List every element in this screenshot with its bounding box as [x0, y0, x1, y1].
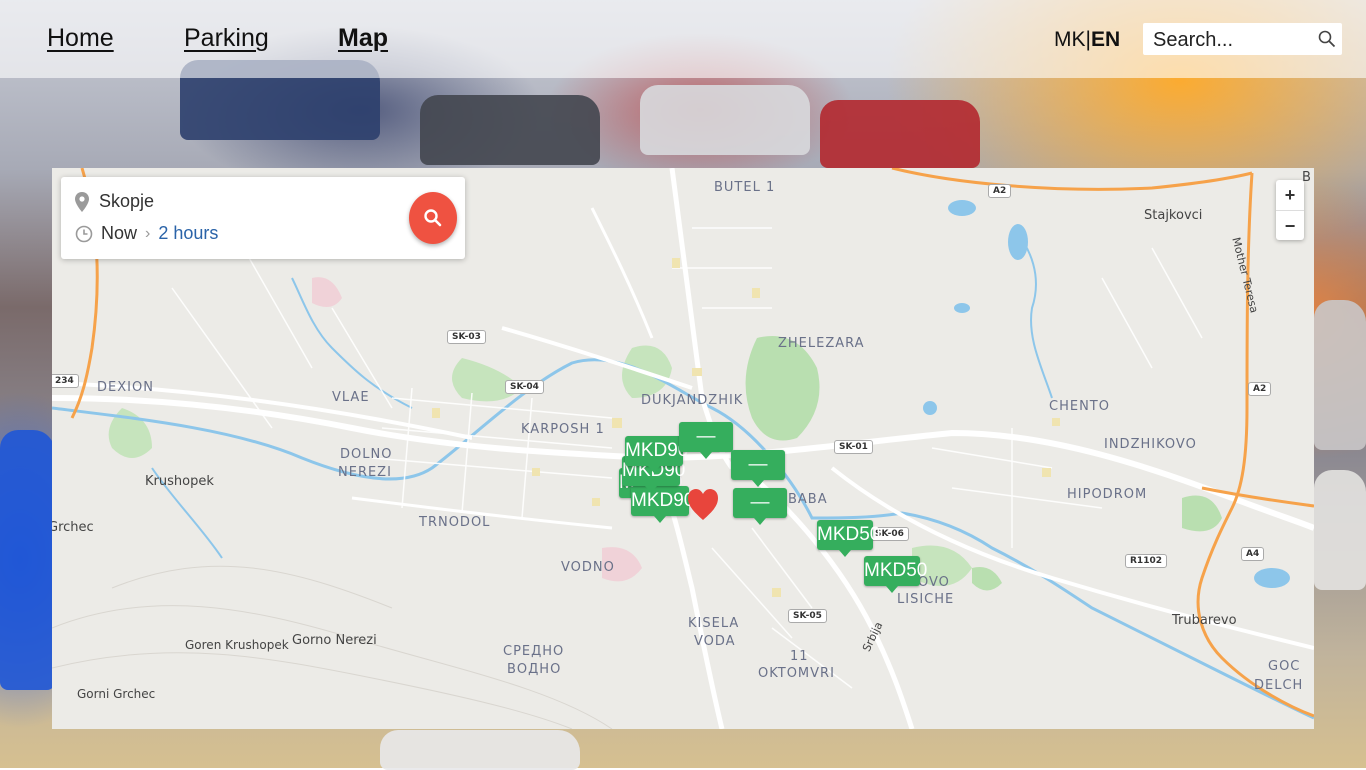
road-shield-sk03: SK-03 — [447, 330, 486, 344]
parking-marker[interactable]: MKD50 — [817, 520, 880, 557]
parking-marker[interactable]: MKD90 — [631, 486, 694, 523]
road-shield-a2-right: A2 — [1248, 382, 1272, 396]
map-label-trubarevo: Trubarevo — [1172, 613, 1237, 628]
zoom-in-button[interactable]: + — [1276, 180, 1304, 210]
map-label-zhelezara: ZHELEZARA — [778, 336, 865, 351]
search-icon — [424, 209, 442, 227]
map-label-gorni-grchec: Gorni Grchec — [77, 687, 156, 701]
background-car — [820, 100, 980, 168]
clock-icon — [75, 225, 93, 242]
search-icon[interactable] — [1318, 30, 1336, 48]
map-label-oktomvri: OKTOMVRI — [758, 666, 835, 681]
nav-parking-link[interactable]: Parking — [184, 24, 269, 53]
map-label-sredno: СРЕДНО — [503, 644, 565, 659]
map-label-stajkovci: Stajkovci — [1144, 208, 1203, 223]
background-car — [1314, 470, 1366, 590]
road-shield-sk04: SK-04 — [505, 380, 544, 394]
map-label-dexion: DEXION — [97, 380, 154, 395]
nav-home-link[interactable]: Home — [47, 24, 114, 53]
map-label-vlae: VLAE — [332, 390, 370, 405]
map-label-goren-krushopek: Goren Krushopek — [185, 638, 289, 652]
road-shield-sk05: SK-05 — [788, 609, 827, 623]
map-label-goc: GOC — [1268, 659, 1301, 674]
parking-map[interactable]: BUTEL 1 Stajkovci ZHELEZARA DEXION VLAE … — [52, 168, 1314, 729]
lang-mk-option[interactable]: MK — [1054, 28, 1086, 51]
map-label-dukjandzhik: DUKJANDZHIK — [641, 393, 744, 408]
search-input[interactable] — [1151, 27, 1315, 53]
site-search — [1143, 23, 1342, 55]
map-label-delch: DELCH — [1254, 678, 1304, 693]
map-label-indzhikovo: INDZHIKOVO — [1104, 437, 1197, 452]
parking-marker-full[interactable]: — — [733, 488, 787, 525]
duration-value[interactable]: 2 hours — [158, 223, 218, 244]
language-switcher: MK|EN — [1054, 28, 1120, 52]
chevron-right-icon: › — [145, 224, 151, 242]
parking-marker[interactable]: MKD50 — [864, 556, 927, 593]
map-label-voda: VODA — [694, 634, 736, 649]
map-label-kisela: KISELA — [688, 616, 740, 631]
start-time-value[interactable]: Now — [101, 223, 137, 244]
pin-icon — [75, 191, 89, 212]
road-shield-234: 234 — [52, 374, 79, 388]
map-label-karposh: KARPOSH 1 — [521, 422, 605, 437]
location-value[interactable]: Skopje — [99, 191, 154, 212]
map-label-krushopek: Krushopek — [145, 474, 214, 489]
road-shield-sk01: SK-01 — [834, 440, 873, 454]
parking-marker-full[interactable]: — — [731, 450, 785, 487]
nav-map-link[interactable]: Map — [338, 24, 388, 53]
map-label-vodno-cyr: ВОДНО — [507, 662, 562, 677]
lang-en-option[interactable]: EN — [1091, 28, 1120, 51]
map-label-vodno: VODNO — [561, 560, 615, 575]
map-label-chento: CHENTO — [1049, 399, 1110, 414]
map-label-lisiche: LISICHE — [897, 592, 955, 607]
heart-icon[interactable] — [686, 486, 720, 524]
zoom-out-button[interactable]: − — [1276, 210, 1304, 241]
background-car — [380, 730, 580, 770]
road-shield-r1102: R1102 — [1125, 554, 1167, 568]
background-car — [0, 430, 55, 690]
map-label-oktomvri-number: 11 — [790, 649, 809, 664]
map-label-dolno: DOLNO — [340, 447, 393, 462]
map-label-grchec: Grchec — [52, 520, 94, 535]
parking-marker[interactable]: MKD90 — [625, 436, 688, 473]
location-search-panel: Skopje Now › 2 hours — [61, 177, 465, 259]
road-shield-a2: A2 — [988, 184, 1012, 198]
top-navigation-bar: Home Parking Map MK|EN — [0, 0, 1366, 78]
background-car — [1314, 300, 1366, 450]
parking-marker-full[interactable]: — — [679, 422, 733, 459]
background-car — [420, 95, 600, 165]
background-car — [640, 85, 810, 155]
map-label-baba: BABA — [788, 492, 828, 507]
map-label-trnodol: TRNODOL — [419, 515, 491, 530]
road-shield-a4: A4 — [1241, 547, 1265, 561]
map-label-butel: BUTEL 1 — [714, 180, 776, 195]
map-label-hipodrom: HIPODROM — [1067, 487, 1148, 502]
map-label-gorno-nerezi: Gorno Nerezi — [292, 633, 377, 648]
search-button[interactable] — [409, 192, 457, 244]
zoom-controls: + − — [1276, 180, 1304, 240]
map-label-nerezi: NEREZI — [338, 465, 392, 480]
